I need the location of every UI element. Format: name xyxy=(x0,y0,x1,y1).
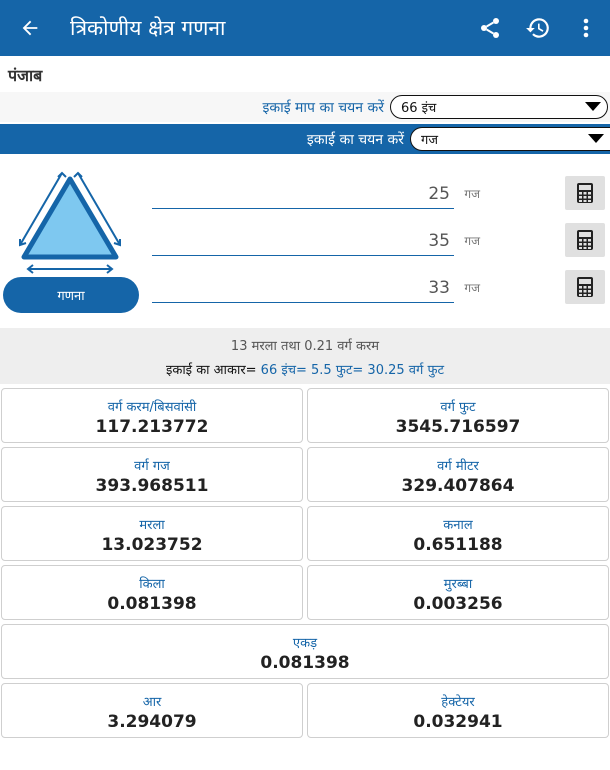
calculator-icon[interactable] xyxy=(565,270,605,304)
result-card: वर्ग करम/बिसवांसी 117.213772 xyxy=(1,388,303,443)
side-a-field[interactable]: 25 गज xyxy=(152,179,480,209)
result-value: 0.081398 xyxy=(107,594,197,614)
calculator-icon[interactable] xyxy=(565,176,605,210)
side-b-value: 35 xyxy=(428,230,450,251)
result-card: कनाल 0.651188 xyxy=(307,506,609,561)
result-name: एकड़ xyxy=(292,636,318,651)
result-value: 117.213772 xyxy=(95,417,209,437)
page-title: त्रिकोणीय क्षेत्र गणना xyxy=(70,16,226,40)
unit-select-value: गज xyxy=(421,133,438,148)
result-value: 3.294079 xyxy=(107,712,197,732)
unit-measure-value: 66 इंच xyxy=(401,101,437,116)
unit-measure-row: इकाई माप का चयन करें 66 इंच xyxy=(0,92,610,122)
summary-line-1: 13 मरला तथा 0.21 वर्ग करम xyxy=(230,339,380,354)
calculator-icon[interactable] xyxy=(565,223,605,257)
result-name: वर्ग गज xyxy=(134,459,170,474)
side-a-value: 25 xyxy=(428,183,450,204)
result-card: किला 0.081398 xyxy=(1,565,303,620)
result-card: मरला 13.023752 xyxy=(1,506,303,561)
result-card: हेक्टेयर 0.032941 xyxy=(307,683,609,738)
result-card: आर 3.294079 xyxy=(1,683,303,738)
calc-area: गणना 25 गज 35 गज 33 गज xyxy=(0,155,610,325)
result-value: 3545.716597 xyxy=(395,417,521,437)
dropdown-arrow-icon xyxy=(585,102,601,111)
side-c-value: 33 xyxy=(428,277,450,298)
unit-select-label: इकाई का चयन करें xyxy=(306,131,404,148)
unit-size-value: 66 इंच= 5.5 फुट= 30.25 वर्ग फुट xyxy=(256,363,445,378)
result-name: किला xyxy=(139,577,165,592)
calculate-button[interactable]: गणना xyxy=(3,277,139,313)
unit-select[interactable]: गज xyxy=(410,127,610,151)
result-name: मुरब्बा xyxy=(443,577,473,592)
result-value: 13.023752 xyxy=(101,535,203,555)
summary-line-2: इकाई का आकार= 66 इंच= 5.5 फुट= 30.25 वर्… xyxy=(0,354,610,378)
result-name: मरला xyxy=(139,518,165,533)
result-name: हेक्टेयर xyxy=(441,695,475,710)
result-name: वर्ग मीटर xyxy=(437,459,479,474)
result-card: मुरब्बा 0.003256 xyxy=(307,565,609,620)
history-icon[interactable] xyxy=(514,0,562,56)
result-value: 0.032941 xyxy=(413,712,503,732)
app-bar: त्रिकोणीय क्षेत्र गणना xyxy=(0,0,610,56)
state-name: पंजाब xyxy=(0,56,610,90)
result-summary: 13 मरला तथा 0.21 वर्ग करम इकाई का आकार= … xyxy=(0,328,610,384)
side-c-field[interactable]: 33 गज xyxy=(152,273,480,303)
result-name: वर्ग करम/बिसवांसी xyxy=(107,400,197,415)
result-value: 0.651188 xyxy=(413,535,503,555)
result-card: वर्ग गज 393.968511 xyxy=(1,447,303,502)
result-value: 0.081398 xyxy=(260,653,350,673)
result-card: वर्ग फुट 3545.716597 xyxy=(307,388,609,443)
result-name: वर्ग फुट xyxy=(440,400,476,415)
share-icon[interactable] xyxy=(466,0,514,56)
result-value: 393.968511 xyxy=(95,476,209,496)
unit-measure-select[interactable]: 66 इंच xyxy=(390,95,608,119)
triangle-icon xyxy=(19,171,121,274)
arrow-back-icon[interactable] xyxy=(0,0,60,56)
more-vert-icon[interactable] xyxy=(562,0,610,56)
dropdown-arrow-icon xyxy=(588,134,604,143)
side-c-unit: गज xyxy=(464,281,480,295)
side-a-unit: गज xyxy=(464,187,480,201)
side-b-unit: गज xyxy=(464,234,480,248)
side-b-field[interactable]: 35 गज xyxy=(152,226,480,256)
unit-measure-label: इकाई माप का चयन करें xyxy=(262,99,384,116)
result-card: वर्ग मीटर 329.407864 xyxy=(307,447,609,502)
result-value: 329.407864 xyxy=(401,476,515,496)
unit-select-row: इकाई का चयन करें गज xyxy=(0,124,610,154)
result-card: एकड़ 0.081398 xyxy=(1,624,609,679)
result-name: आर xyxy=(142,695,162,710)
unit-size-label: इकाई का आकार= xyxy=(165,363,257,378)
result-value: 0.003256 xyxy=(413,594,503,614)
result-name: कनाल xyxy=(443,518,473,533)
